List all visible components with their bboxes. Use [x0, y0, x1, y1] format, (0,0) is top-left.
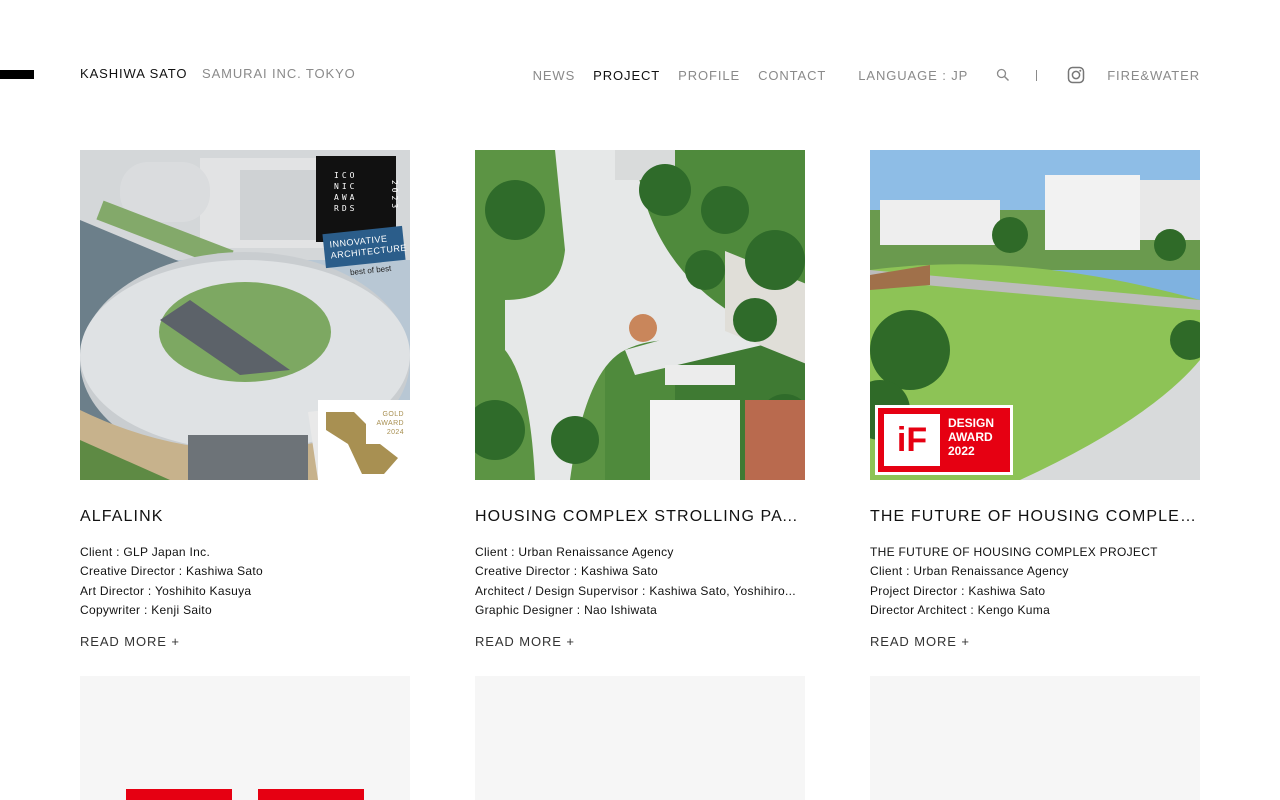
if-logo: iF	[884, 414, 940, 466]
project-image-strolling-path[interactable]	[475, 150, 805, 480]
project-card: iF DESIGN AWARD 2022 THE FUTURE OF HOUSI…	[870, 150, 1200, 649]
credit-line: Client : Urban Renaissance Agency	[475, 545, 674, 559]
project-image-next-1[interactable]	[80, 676, 410, 800]
credit-line: Copywriter : Kenji Saito	[80, 602, 212, 617]
credit-line: Client : Urban Renaissance Agency	[870, 564, 1069, 579]
read-more-link[interactable]: READ MORE +	[80, 634, 180, 649]
nav-divider	[1036, 69, 1038, 81]
instagram-icon[interactable]	[1067, 66, 1085, 84]
project-card: ICO NIC AWA RDS 2023 INNOVATIVE ARCHITEC…	[80, 150, 410, 649]
credit-line: Architect / Design Supervisor : Kashiwa …	[475, 583, 796, 598]
red-shape	[258, 789, 364, 800]
brand-link[interactable]: KASHIWA SATO	[80, 66, 187, 81]
project-title[interactable]: ALFALINK	[80, 508, 410, 526]
read-more-link[interactable]: READ MORE +	[870, 634, 970, 649]
project-card: HOUSING COMPLEX STROLLING PATH Client : …	[475, 150, 805, 649]
nav-contact[interactable]: CONTACT	[758, 68, 826, 83]
credit-line: Art Director : Yoshihito Kasuya	[80, 583, 252, 598]
fire-water-link[interactable]: FIRE&WATER	[1107, 68, 1200, 83]
credit-line: Graphic Designer : Nao Ishiwata	[475, 602, 658, 617]
credit-line: Director Architect : Kengo Kuma	[870, 602, 1051, 617]
menu-icon[interactable]	[0, 70, 34, 79]
credit-line: Client : GLP Japan Inc.	[80, 545, 211, 559]
project-image-alfalink[interactable]: ICO NIC AWA RDS 2023 INNOVATIVE ARCHITEC…	[80, 150, 410, 480]
project-title[interactable]: THE FUTURE OF HOUSING COMPLEX ...	[870, 508, 1200, 526]
project-title[interactable]: HOUSING COMPLEX STROLLING PATH	[475, 508, 805, 526]
language-switch[interactable]: LANGUAGE : JP	[858, 68, 968, 83]
nav-profile[interactable]: PROFILE	[678, 68, 740, 83]
project-image-next-3[interactable]	[870, 676, 1200, 800]
credit-line: Project Director : Kashiwa Sato	[870, 583, 1046, 598]
main-nav: NEWS PROJECT PROFILE CONTACT LANGUAGE : …	[533, 66, 1200, 84]
credit-line: Creative Director : Kashiwa Sato	[475, 564, 659, 579]
project-credits: THE FUTURE OF HOUSING COMPLEX PROJECT Cl…	[870, 543, 1200, 620]
nav-project[interactable]: PROJECT	[593, 68, 660, 83]
credit-line: THE FUTURE OF HOUSING COMPLEX PROJECT	[870, 545, 1158, 559]
if-design-award-badge: iF DESIGN AWARD 2022	[875, 405, 1013, 475]
gold-award-badge: GOLD AWARD 2024	[318, 400, 410, 480]
site-header: KASHIWA SATO SAMURAI INC. TOKYO NEWS PRO…	[80, 66, 1200, 84]
read-more-link[interactable]: READ MORE +	[475, 634, 575, 649]
nav-news[interactable]: NEWS	[533, 68, 576, 83]
project-image-next-2[interactable]	[475, 676, 805, 800]
project-credits: Client : Urban Renaissance Agency Creati…	[475, 543, 805, 620]
red-shape	[126, 789, 232, 800]
company-link[interactable]: SAMURAI INC. TOKYO	[202, 66, 356, 81]
credit-line: Creative Director : Kashiwa Sato	[80, 564, 264, 579]
project-credits: Client : GLP Japan Inc. Creative Directo…	[80, 543, 410, 620]
search-icon[interactable]	[996, 68, 1010, 82]
project-image-future-housing[interactable]: iF DESIGN AWARD 2022	[870, 150, 1200, 480]
